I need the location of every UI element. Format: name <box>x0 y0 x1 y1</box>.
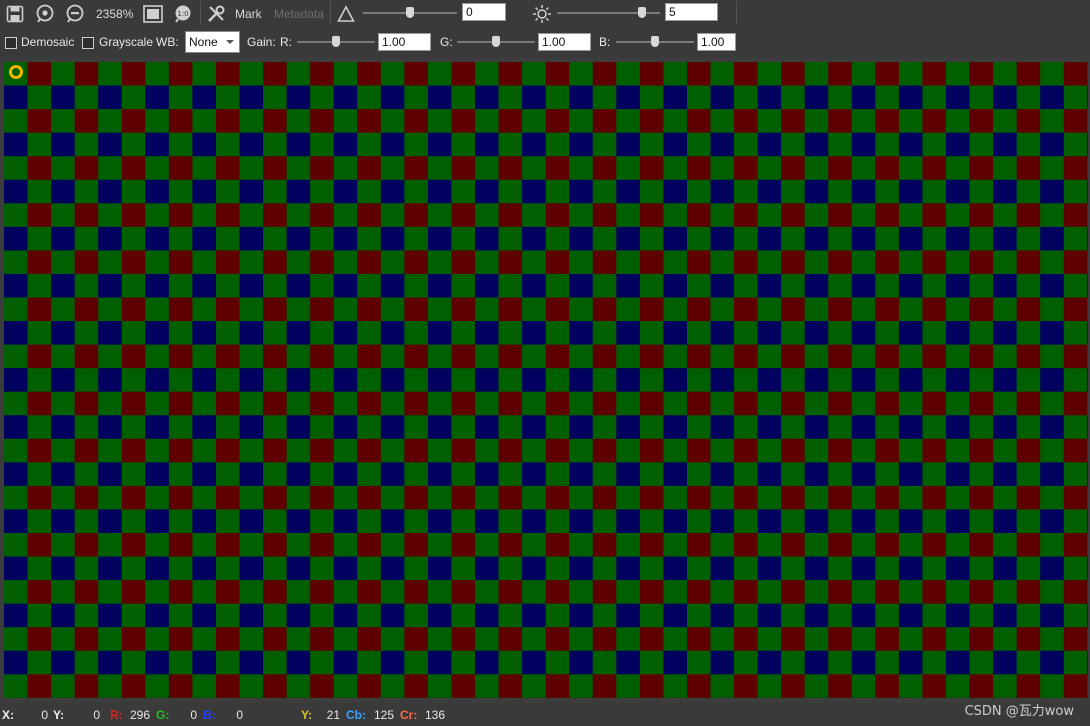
main-toolbar: 2358% 1:0 Mark Metadata 0 5 <box>0 0 1090 27</box>
gain-g-field[interactable]: 1.00 <box>538 33 591 51</box>
wb-select[interactable]: None <box>185 31 240 53</box>
gain-g-slider-thumb[interactable] <box>492 36 500 47</box>
status-x-label: X: <box>2 708 14 722</box>
gain-b-label: B: <box>599 35 611 49</box>
metadata-button[interactable]: Metadata <box>274 0 324 27</box>
status-r-value: 296 <box>129 708 150 722</box>
status-cb-label: Cb: <box>346 708 366 722</box>
status-b-value: 0 <box>236 708 243 722</box>
brightness-slider[interactable] <box>557 6 660 20</box>
options-bar: Demosaic Grayscale WB: None Gain: R: 1.0… <box>0 27 1090 58</box>
zoom-out-icon[interactable] <box>62 0 88 27</box>
status-cr-label: Cr: <box>400 708 418 722</box>
save-icon[interactable] <box>2 0 28 27</box>
wb-label: WB: <box>156 35 179 49</box>
contrast-icon <box>333 0 359 27</box>
chevron-down-icon <box>226 40 234 44</box>
watermark: CSDN @瓦力wow <box>964 704 1074 719</box>
demosaic-checkbox[interactable] <box>5 37 17 49</box>
contrast-field[interactable]: 0 <box>462 3 506 21</box>
tools-icon[interactable] <box>203 0 229 27</box>
status-luma-value: 21 <box>326 708 340 722</box>
status-x-value: 0 <box>41 708 48 722</box>
demosaic-label: Demosaic <box>21 35 75 49</box>
actual-size-icon[interactable]: 1:0 <box>170 0 196 27</box>
gain-b-field[interactable]: 1.00 <box>697 33 736 51</box>
gain-g-label: G: <box>440 35 453 49</box>
zoom-level: 2358% <box>96 6 134 21</box>
gain-b-slider-thumb[interactable] <box>651 36 659 47</box>
brightness-slider-thumb[interactable] <box>638 7 646 18</box>
gain-r-label: R: <box>280 35 292 49</box>
status-cr-value: 136 <box>424 708 445 722</box>
contrast-slider-thumb[interactable] <box>406 7 414 18</box>
status-cb-value: 125 <box>373 708 394 722</box>
status-y-label: Y: <box>53 708 65 722</box>
zoom-in-icon[interactable] <box>32 0 58 27</box>
gain-b-slider[interactable] <box>616 35 694 49</box>
status-g-value: 0 <box>190 708 197 722</box>
marker-icon[interactable] <box>9 65 23 79</box>
svg-text:1:0: 1:0 <box>177 10 188 18</box>
status-g-label: G: <box>156 708 170 722</box>
image-canvas[interactable] <box>4 62 1088 698</box>
gain-r-slider-thumb[interactable] <box>332 36 340 47</box>
status-y-value: 0 <box>93 708 100 722</box>
gain-g-slider[interactable] <box>457 35 535 49</box>
gain-r-field[interactable]: 1.00 <box>378 33 431 51</box>
gain-label: Gain: <box>247 35 276 49</box>
grayscale-checkbox[interactable] <box>82 37 94 49</box>
status-b-label: B: <box>203 708 216 722</box>
brightness-field[interactable]: 5 <box>665 3 718 21</box>
brightness-icon <box>529 0 555 27</box>
grayscale-label: Grayscale <box>99 35 154 49</box>
contrast-slider[interactable] <box>363 6 457 20</box>
status-r-label: R: <box>110 708 123 722</box>
bayer-pattern <box>4 62 1088 698</box>
fit-window-icon[interactable] <box>140 0 166 27</box>
wb-selected-value: None <box>189 35 218 49</box>
gain-r-slider[interactable] <box>297 35 375 49</box>
status-bar: X: 0 Y: 0 R: 296 G: 0 B: 0 Y: 21 Cb: 125… <box>0 703 1090 726</box>
status-luma-label: Y: <box>301 708 313 722</box>
mark-button[interactable]: Mark <box>235 0 262 27</box>
